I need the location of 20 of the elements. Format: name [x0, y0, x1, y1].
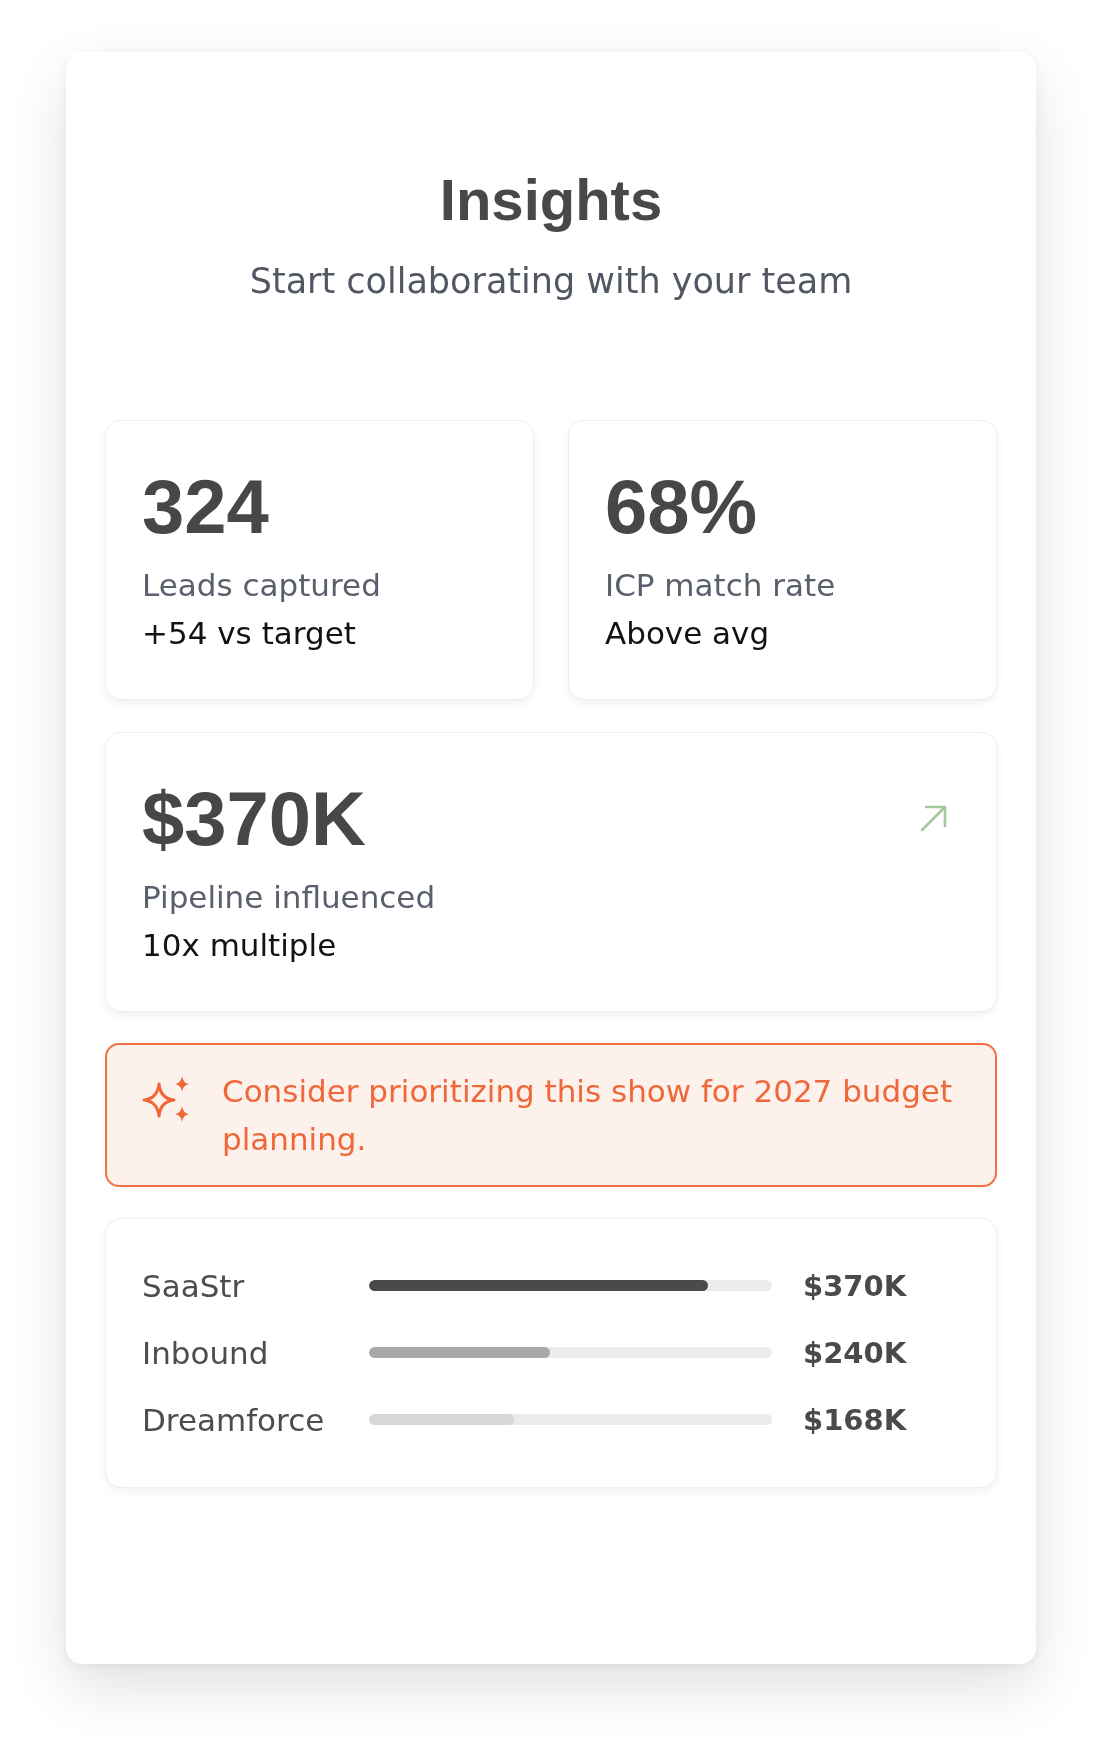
- show-name: Inbound: [142, 1333, 270, 1373]
- stat-label: Pipeline influenced: [142, 878, 436, 917]
- stat-label: ICP match rate: [605, 566, 836, 605]
- show-name: Dreamforce: [142, 1400, 326, 1440]
- arrow-up-right-icon: [920, 805, 947, 832]
- stat-note: +54 vs target: [142, 614, 356, 653]
- show-name: SaaStr: [142, 1266, 246, 1306]
- stat-note: Above avg: [605, 614, 770, 653]
- stat-value: $370K: [142, 779, 366, 859]
- stat-label: Leads captured: [142, 566, 381, 605]
- show-amount: $168K: [803, 1401, 908, 1439]
- stat-note: 10x multiple: [142, 926, 337, 965]
- show-amount: $240K: [803, 1334, 908, 1372]
- sparkle-icon: [142, 1075, 190, 1123]
- panel-subtitle: Start collaborating with your team: [249, 260, 853, 303]
- show-amount: $370K: [803, 1267, 908, 1305]
- tip-text: Consider prioritizing this show for 2027 budget planning.: [222, 1072, 954, 1159]
- stat-value: 324: [142, 467, 269, 547]
- panel-title: Insights: [439, 168, 663, 232]
- stat-value: 68%: [605, 467, 758, 547]
